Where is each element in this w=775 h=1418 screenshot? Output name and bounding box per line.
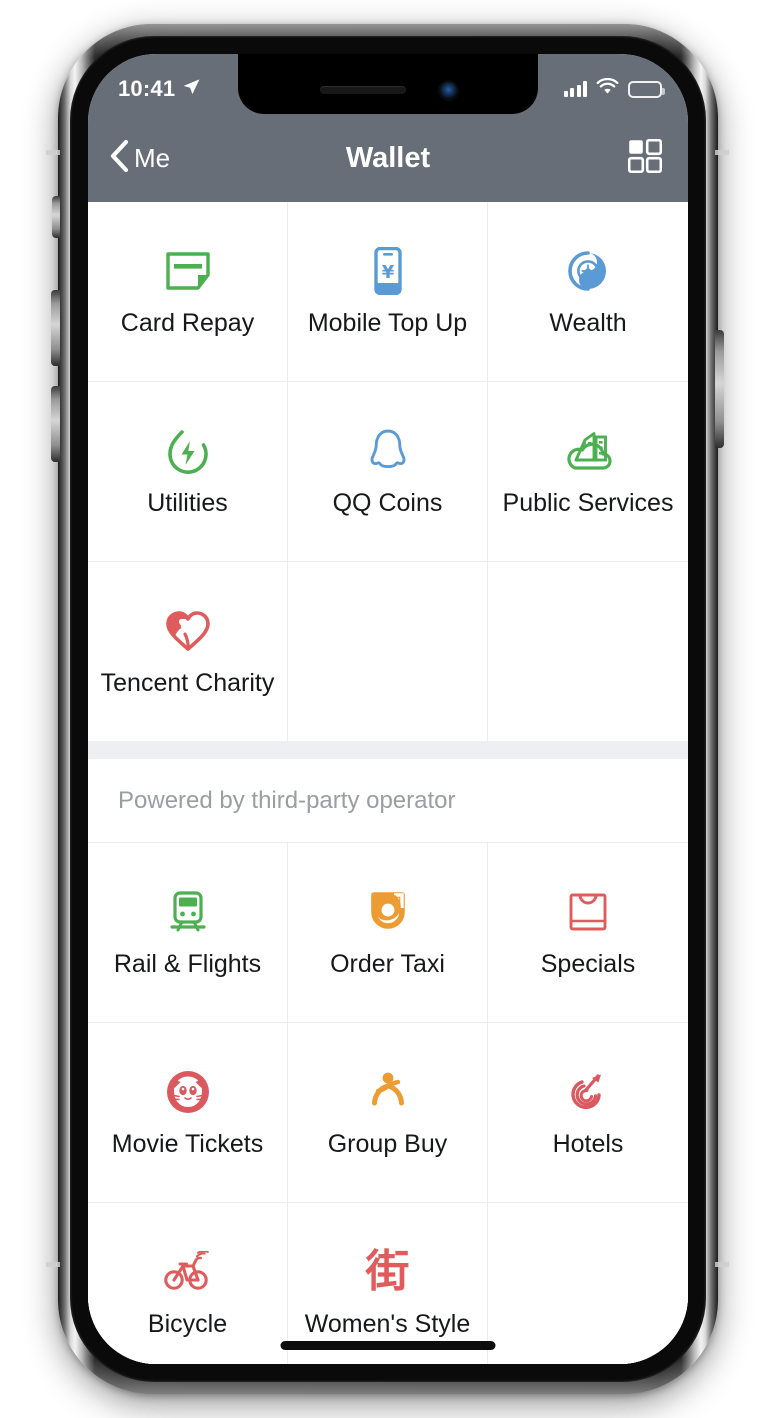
public-services-icon [558,427,618,475]
grid-cell-label: Mobile Top Up [307,309,468,337]
grid-cell-group-buy[interactable]: Group Buy [288,1023,488,1202]
taxi-icon [358,888,418,936]
grid-cell-card-repay[interactable]: Card Repay [88,202,288,381]
grid-row: Bicycle 街 Women's Style [88,1203,688,1364]
grid-cell-mobile-top-up[interactable]: ¥ Mobile Top Up [288,202,488,381]
front-camera-icon [439,81,457,99]
grid-cell-label: Card Repay [120,309,255,337]
tencent-charity-icon [158,607,218,655]
grid-cell-hotels[interactable]: Hotels [488,1023,688,1202]
volume-up-button[interactable] [51,290,60,366]
grid-menu-icon[interactable] [627,138,663,178]
antenna-line-bottom-left [46,1262,60,1267]
phone-screen: 10:41 Me Wallet Card Repay ¥ Mobile Top … [88,54,688,1364]
grid-cell-label: Women's Style [304,1310,471,1338]
grid-cell-label: Rail & Flights [113,950,262,978]
status-bar-left: 10:41 [118,76,201,102]
wallet-content: Card Repay ¥ Mobile Top Up Wealth Utilit… [88,202,688,1364]
status-bar-right [563,77,665,100]
grid-cell-label: Utilities [147,489,228,517]
antenna-line-top-left [46,150,60,155]
grid-cell-label: Public Services [502,489,674,517]
card-repay-icon [158,247,218,295]
grid-cell-label: Order Taxi [330,950,445,978]
grid-cell-label: Bicycle [147,1310,228,1338]
cat-face-icon [158,1068,218,1116]
antenna-line-top-right [715,150,729,155]
power-button[interactable] [715,330,724,448]
grid-row: Card Repay ¥ Mobile Top Up Wealth [88,202,688,382]
train-icon [158,888,218,936]
grid-cell-empty [288,562,488,741]
section-divider [88,741,688,759]
wallet-services-section: Card Repay ¥ Mobile Top Up Wealth Utilit… [88,202,688,741]
cellular-signal-icon [563,81,587,97]
back-button-label: Me [134,142,171,173]
grid-cell-empty [488,562,688,741]
volume-down-button[interactable] [51,386,60,462]
chevron-left-icon [108,139,130,178]
grid-cell-label: Hotels [552,1130,624,1158]
grid-cell-label: Group Buy [327,1130,448,1158]
location-arrow-icon [182,77,201,101]
grid-cell-label: Movie Tickets [111,1130,264,1158]
battery-icon [628,80,665,98]
navigation-bar: Me Wallet [88,114,688,202]
grid-cell-label: QQ Coins [332,489,443,517]
wealth-icon [558,247,618,295]
street-glyph-icon: 街 [358,1248,418,1296]
bicycle-icon [158,1248,218,1296]
qq-coins-icon [358,427,418,475]
page-title: Wallet [345,141,431,174]
silent-switch[interactable] [52,196,60,238]
grid-cell-label: Tencent Charity [100,669,275,697]
grid-cell-wealth[interactable]: Wealth [488,202,688,381]
back-button[interactable]: Me [108,139,170,178]
person-figure-icon [358,1068,418,1116]
shopping-bag-icon [558,888,618,936]
grid-cell-qq-coins[interactable]: QQ Coins [288,382,488,561]
grid-cell-empty [488,1203,688,1364]
grid-cell-movie-tickets[interactable]: Movie Tickets [88,1023,288,1202]
grid-cell-specials[interactable]: Specials [488,843,688,1022]
grid-cell-womens-style[interactable]: 街 Women's Style [288,1203,488,1364]
hotel-swirl-icon [558,1068,618,1116]
wifi-icon [596,77,619,100]
grid-cell-bicycle[interactable]: Bicycle [88,1203,288,1364]
grid-cell-public-services[interactable]: Public Services [488,382,688,561]
grid-row: Utilities QQ Coins Public Services [88,382,688,562]
grid-cell-label: Wealth [549,309,627,337]
utilities-icon [158,427,218,475]
street-glyph: 街 [365,1246,410,1297]
earpiece-speaker-icon [319,86,406,94]
third-party-services-section: Powered by third-party operator Rail & F… [88,759,688,1364]
grid-cell-label: Specials [540,950,636,978]
grid-cell-tencent-charity[interactable]: Tencent Charity [88,562,288,741]
antenna-line-bottom-right [715,1262,729,1267]
grid-row: Tencent Charity [88,562,688,741]
status-time: 10:41 [118,76,176,101]
home-indicator[interactable] [280,1341,496,1350]
mobile-topup-icon: ¥ [358,247,418,295]
grid-cell-rail-and-flights[interactable]: Rail & Flights [88,843,288,1022]
svg-text:¥: ¥ [381,262,394,283]
grid-cell-utilities[interactable]: Utilities [88,382,288,561]
device-notch [238,54,538,114]
section-header: Powered by third-party operator [88,759,688,843]
grid-cell-order-taxi[interactable]: Order Taxi [288,843,488,1022]
grid-row: Movie Tickets Group Buy Hotels [88,1023,688,1203]
grid-row: Rail & Flights Order Taxi Specials [88,843,688,1023]
